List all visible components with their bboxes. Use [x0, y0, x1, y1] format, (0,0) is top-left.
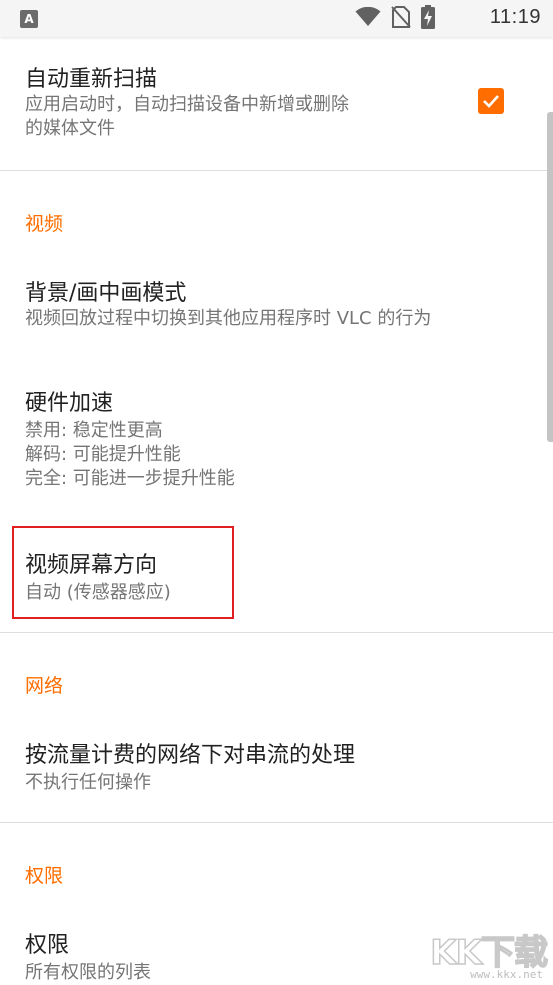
pref-metered-network-title: 按流量计费的网络下对串流的处理: [25, 743, 356, 768]
status-bar: A 11:19: [0, 0, 553, 37]
battery-charging-icon: [421, 5, 435, 33]
pref-hw-accel[interactable]: 硬件加速 禁用: 稳定性更高 解码: 可能提升性能 完全: 可能进一步提升性能: [0, 367, 553, 525]
category-permissions: 权限: [25, 865, 64, 887]
pref-permissions[interactable]: 权限 所有权限的列表: [0, 907, 553, 983]
pref-background-pip-title: 背景/画中画模式: [25, 281, 187, 306]
status-time: 11:19: [489, 6, 541, 28]
pref-metered-network[interactable]: 按流量计费的网络下对串流的处理 不执行任何操作: [0, 717, 553, 822]
status-icons: [355, 5, 435, 33]
pref-background-pip-summary: 视频回放过程中切换到其他应用程序时 VLC 的行为: [25, 308, 432, 329]
divider: [0, 632, 553, 633]
pref-auto-rescan-summary: 应用启动时，自动扫描设备中新增或删除 的媒体文件: [25, 94, 349, 139]
category-network: 网络: [25, 675, 64, 697]
category-video: 视频: [25, 213, 64, 235]
scrollbar[interactable]: [547, 112, 553, 442]
divider: [0, 170, 553, 171]
pref-hw-accel-title: 硬件加速: [25, 391, 114, 416]
pref-background-pip[interactable]: 背景/画中画模式 视频回放过程中切换到其他应用程序时 VLC 的行为: [0, 255, 553, 367]
wifi-icon: [355, 6, 381, 31]
no-sim-icon: [391, 6, 411, 32]
divider: [0, 822, 553, 823]
pref-auto-rescan[interactable]: 自动重新扫描 应用启动时，自动扫描设备中新增或删除 的媒体文件: [0, 37, 553, 170]
pref-metered-network-summary: 不执行任何操作: [25, 772, 151, 793]
pref-permissions-title: 权限: [25, 933, 70, 958]
pref-permissions-summary: 所有权限的列表: [25, 962, 151, 983]
app-notification-icon: A: [20, 10, 38, 28]
checkmark-icon: [483, 95, 499, 108]
highlight-box: [12, 526, 234, 619]
pref-hw-accel-summary: 禁用: 稳定性更高 解码: 可能提升性能 完全: 可能进一步提升性能: [25, 420, 235, 489]
pref-auto-rescan-title: 自动重新扫描: [25, 67, 158, 92]
auto-rescan-checkbox[interactable]: [478, 88, 504, 114]
